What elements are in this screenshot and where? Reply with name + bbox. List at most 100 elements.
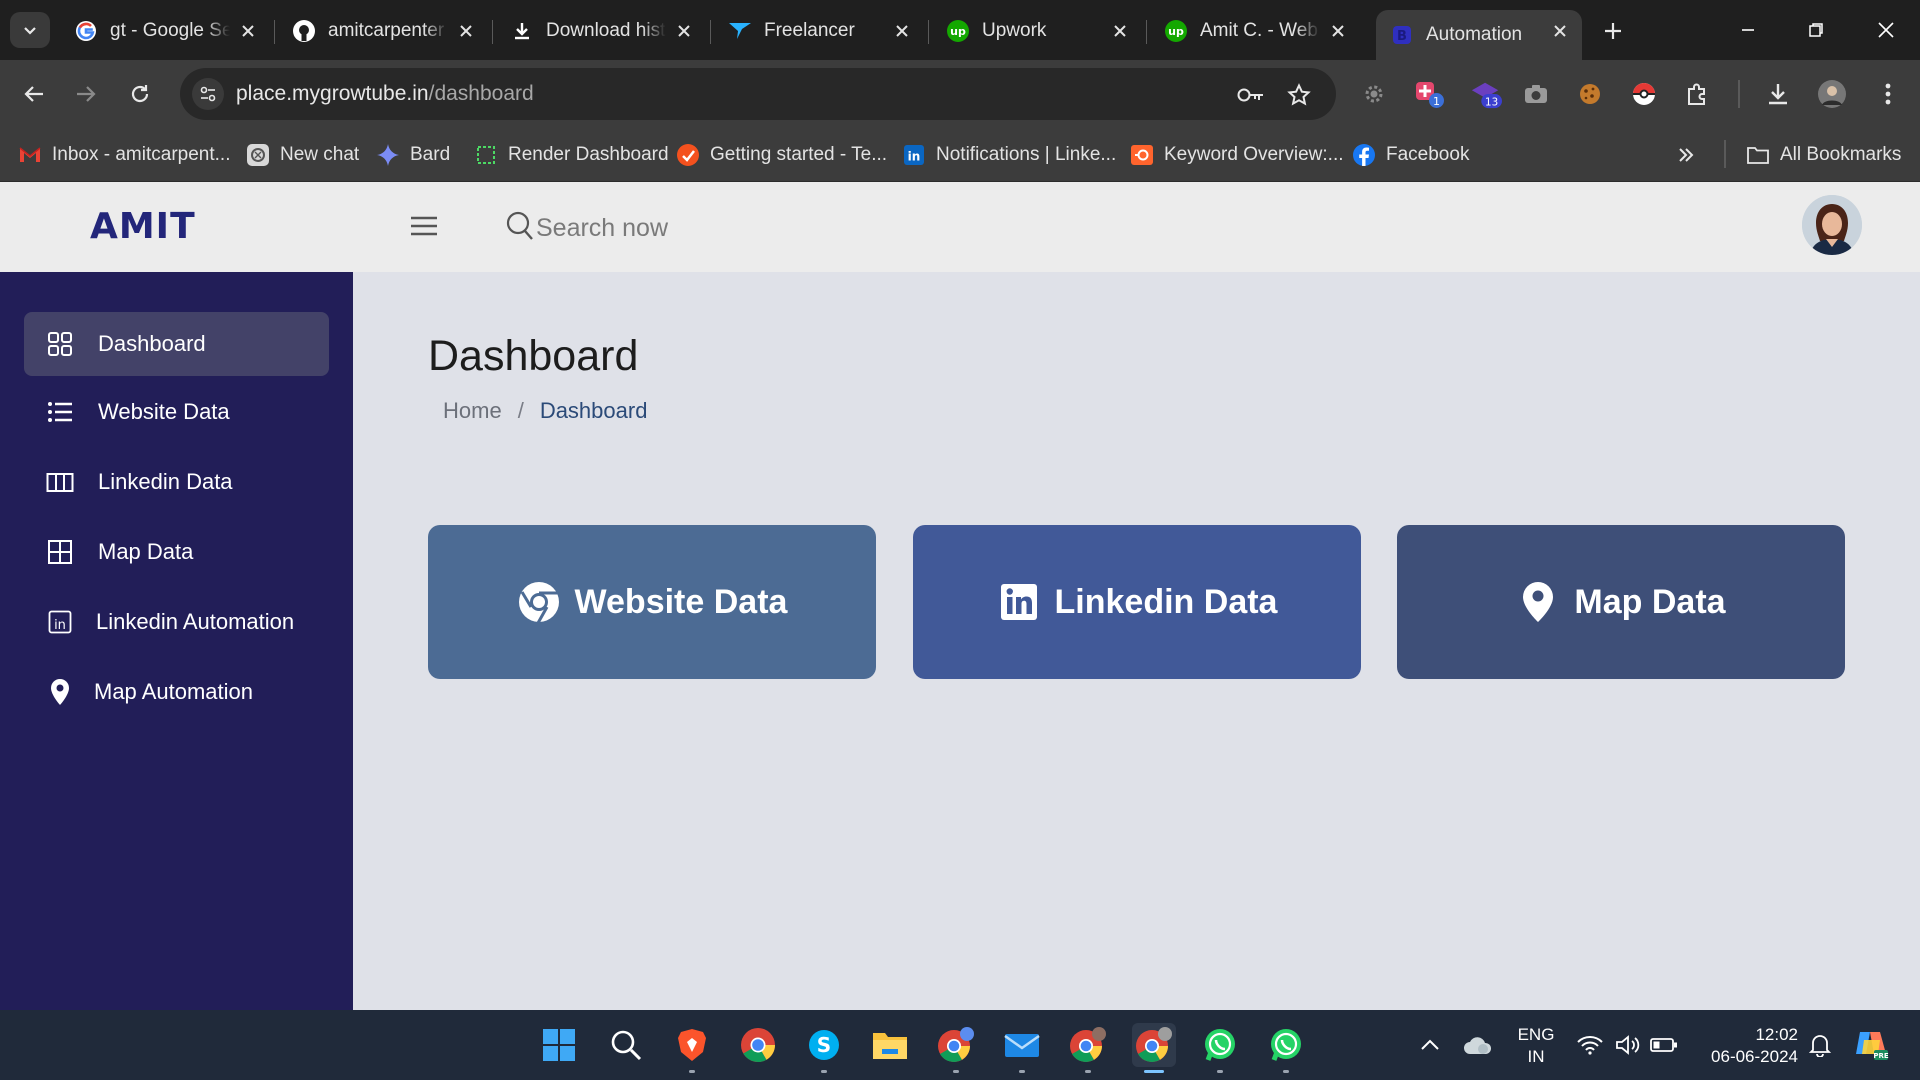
sidebar-item-dashboard[interactable]: Dashboard	[24, 312, 329, 376]
tab-title: Amit C. - Web	[1200, 20, 1318, 41]
upwork-icon: up	[946, 19, 970, 43]
tab-title: gt - Google Search	[110, 20, 230, 41]
sidebar-item-website-data[interactable]: Website Data	[24, 380, 329, 444]
minimize-button[interactable]	[1728, 14, 1768, 46]
search-icon[interactable]	[506, 211, 534, 246]
close-tab-icon[interactable]	[890, 19, 914, 43]
tab-github[interactable]: amitcarpenter	[278, 10, 488, 52]
semrush-icon	[1130, 143, 1154, 167]
skype-icon[interactable]: S	[802, 1023, 846, 1073]
user-avatar[interactable]	[1802, 195, 1862, 255]
show-hidden-icons-chevron-up-icon[interactable]	[1408, 1023, 1452, 1067]
bookmark-facebook[interactable]: Facebook	[1352, 140, 1469, 170]
tab-google-search[interactable]: gt - Google Search	[60, 10, 270, 52]
language-indicator[interactable]: ENG IN	[1508, 1024, 1564, 1068]
brave-icon[interactable]	[670, 1023, 714, 1073]
sidebar-item-map-data[interactable]: Map Data	[24, 520, 329, 584]
notification-bell-icon[interactable]	[1798, 1023, 1842, 1067]
bookmark-getting-started[interactable]: Getting started - Te...	[676, 140, 887, 170]
system-clock[interactable]: 12:02 06-06-2024	[1692, 1024, 1798, 1068]
close-tab-icon[interactable]	[454, 19, 478, 43]
card-linkedin-data[interactable]: Linkedin Data	[913, 525, 1361, 679]
tab-automation[interactable]: B Automation	[1376, 10, 1582, 60]
running-indicator	[689, 1070, 695, 1073]
card-website-data[interactable]: Website Data	[428, 525, 876, 679]
app-logo[interactable]: AMIT	[90, 206, 196, 247]
all-bookmarks-button[interactable]: All Bookmarks	[1746, 140, 1901, 170]
bookmark-label: Notifications | Linke...	[936, 144, 1117, 165]
downloads-icon[interactable]	[1762, 78, 1794, 110]
sidebar-toggle-button[interactable]	[408, 208, 440, 244]
extension-gear-icon[interactable]	[1358, 78, 1390, 110]
sidebar-item-linkedin-automation[interactable]: in Linkedin Automation	[24, 590, 329, 654]
site-info-button[interactable]	[192, 78, 224, 110]
map-pin-icon	[1516, 580, 1560, 624]
sidebar-item-linkedin-data[interactable]: Linkedin Data	[24, 450, 329, 514]
camera-extension-icon[interactable]	[1520, 78, 1552, 110]
chrome-profile-icon[interactable]	[934, 1023, 978, 1073]
grid-icon	[44, 328, 76, 360]
close-tab-icon[interactable]	[236, 19, 260, 43]
extension-badge-1-icon[interactable]: 1	[1414, 78, 1446, 110]
close-tab-icon[interactable]	[672, 19, 696, 43]
bookmark-render-dashboard[interactable]: Render Dashboard	[474, 140, 669, 170]
extension-badge-13-icon[interactable]: 13	[1470, 78, 1502, 110]
chrome-profile-icon[interactable]	[1066, 1023, 1110, 1073]
bookmark-linkedin[interactable]: in Notifications | Linke...	[902, 140, 1116, 170]
sidebar-item-label: Linkedin Automation	[96, 609, 295, 634]
mail-icon[interactable]	[1000, 1023, 1044, 1073]
freelancer-icon	[728, 19, 752, 43]
password-key-icon[interactable]	[1236, 80, 1266, 110]
forward-button[interactable]	[66, 74, 106, 114]
profile-avatar-icon[interactable]	[1816, 78, 1848, 110]
bookmark-star-icon[interactable]	[1284, 80, 1314, 110]
tab-upwork[interactable]: up Upwork	[932, 10, 1142, 52]
bookmark-new-chat[interactable]: New chat	[246, 140, 359, 170]
breadcrumb-home-link[interactable]: Home	[443, 398, 502, 424]
windows-start-icon[interactable]	[537, 1023, 581, 1067]
bookmark-gmail[interactable]: Inbox - amitcarpent...	[18, 140, 230, 170]
browser-toolbar: place.mygrowtube.in/dashboard 1 13	[0, 60, 1920, 128]
copilot-icon[interactable]: PRE	[1850, 1023, 1894, 1067]
card-map-data[interactable]: Map Data	[1397, 525, 1845, 679]
new-tab-button[interactable]	[1598, 16, 1628, 46]
restore-button[interactable]	[1796, 14, 1836, 46]
chrome-profile-icon[interactable]	[1132, 1023, 1176, 1073]
address-bar[interactable]: place.mygrowtube.in/dashboard	[180, 68, 1336, 120]
cookie-extension-icon[interactable]	[1574, 78, 1606, 110]
bookmark-label: Facebook	[1386, 144, 1470, 165]
reload-button[interactable]	[120, 74, 160, 114]
running-indicator	[1283, 1070, 1289, 1073]
svg-text:in: in	[908, 150, 921, 164]
pokeball-extension-icon[interactable]	[1628, 78, 1660, 110]
bookmark-bard[interactable]: Bard	[376, 140, 450, 170]
battery-icon[interactable]	[1642, 1023, 1686, 1067]
tab-freelancer[interactable]: Freelancer	[714, 10, 924, 52]
back-button[interactable]	[14, 74, 54, 114]
toolbar-divider	[1738, 80, 1740, 108]
bookmark-keyword-overview[interactable]: Keyword Overview:...	[1130, 140, 1344, 170]
more-bookmarks-button[interactable]	[1676, 140, 1696, 170]
tab-download-history[interactable]: Download history	[496, 10, 706, 52]
extensions-puzzle-icon[interactable]	[1682, 78, 1714, 110]
onedrive-weather-icon[interactable]	[1456, 1023, 1500, 1067]
close-tab-icon[interactable]	[1548, 19, 1572, 43]
search-input[interactable]	[536, 213, 836, 243]
tab-divider	[710, 20, 711, 44]
file-explorer-icon[interactable]	[868, 1023, 912, 1067]
taskbar-search-icon[interactable]	[604, 1023, 648, 1067]
extension-badge-count: 13	[1485, 96, 1498, 108]
close-tab-icon[interactable]	[1326, 19, 1350, 43]
sidebar-item-map-automation[interactable]: Map Automation	[24, 660, 329, 724]
tab-search-button[interactable]	[10, 12, 50, 48]
arrow-left-icon	[24, 86, 43, 102]
tab-upwork-profile[interactable]: up Amit C. - Web	[1150, 10, 1360, 52]
card-label: Map Data	[1574, 582, 1726, 621]
whatsapp-icon[interactable]	[1198, 1023, 1242, 1073]
browser-menu-icon[interactable]	[1872, 78, 1904, 110]
close-window-button[interactable]	[1866, 14, 1906, 46]
url-text: place.mygrowtube.in/dashboard	[236, 82, 534, 106]
chrome-icon[interactable]	[736, 1023, 780, 1067]
close-tab-icon[interactable]	[1108, 19, 1132, 43]
whatsapp-icon[interactable]	[1264, 1023, 1308, 1073]
